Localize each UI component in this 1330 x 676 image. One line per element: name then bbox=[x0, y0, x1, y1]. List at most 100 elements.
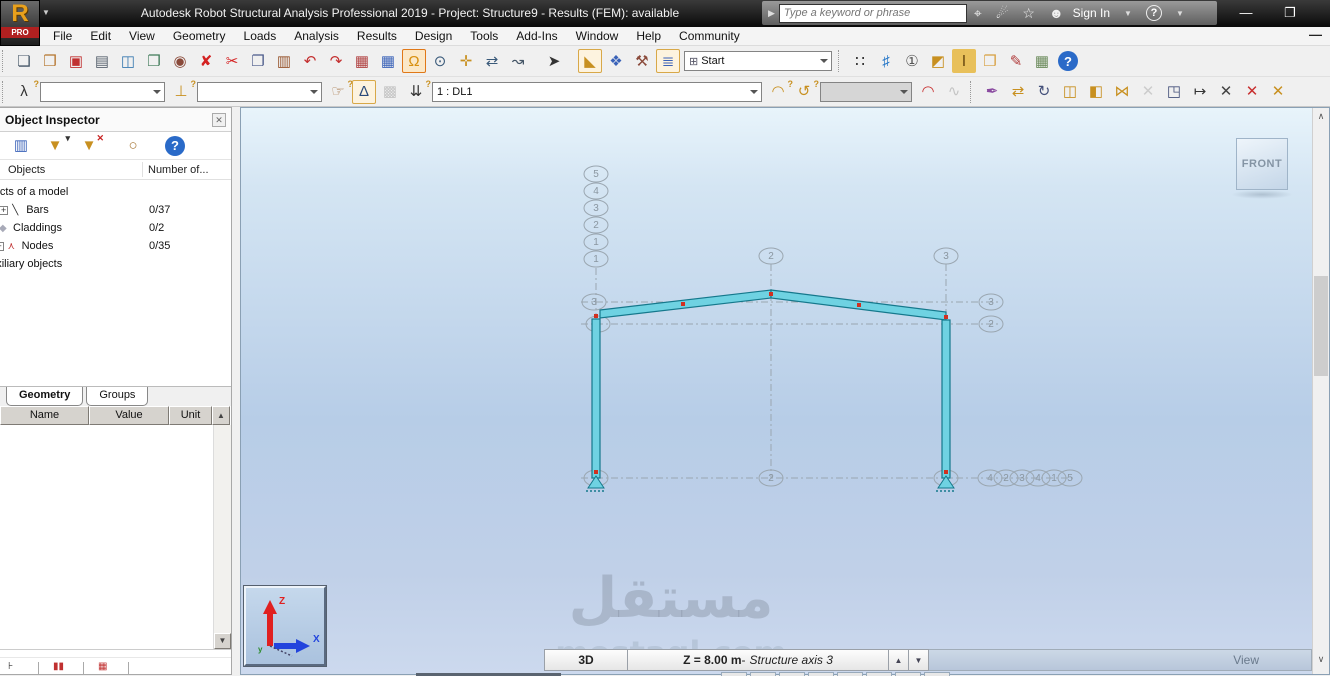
view-mode-button[interactable]: 3D bbox=[544, 649, 628, 671]
menu-item[interactable]: Tools bbox=[461, 27, 507, 45]
calculations-icon[interactable]: ▦ bbox=[350, 49, 374, 73]
tree-row[interactable]: − Objects of a model bbox=[0, 184, 68, 200]
divide-icon[interactable]: ✕ bbox=[1240, 80, 1264, 104]
help-circle-icon[interactable]: ? bbox=[1145, 5, 1162, 21]
combo-arrow-icon[interactable] bbox=[150, 83, 164, 101]
engineering-calculator-icon[interactable]: ▦ bbox=[1030, 49, 1054, 73]
tree-row[interactable]: + ⋏ Nodes 0/35 bbox=[0, 238, 170, 254]
menu-item[interactable]: Geometry bbox=[164, 27, 235, 45]
viewport-scrollbar[interactable]: ∧ ∨ bbox=[1312, 108, 1329, 674]
tree-expander[interactable]: + bbox=[0, 205, 9, 215]
supports-icon[interactable]: Δ bbox=[352, 79, 376, 104]
favorites-star-icon[interactable]: ☆ bbox=[1022, 2, 1035, 24]
axis-position-label[interactable]: Z = 8.00 m - Structure axis 3 bbox=[628, 649, 889, 671]
close-icon[interactable]: ✕ bbox=[212, 112, 226, 127]
menu-item[interactable]: Edit bbox=[81, 27, 120, 45]
extend-icon[interactable]: ✕ bbox=[1266, 80, 1290, 104]
scroll-up-icon[interactable]: ▲ bbox=[212, 406, 230, 425]
combo-arrow-icon[interactable] bbox=[817, 52, 831, 70]
load-types-icon[interactable]: ◠ ? bbox=[766, 79, 793, 104]
menu-item[interactable]: Analysis bbox=[285, 27, 348, 45]
menu-item[interactable]: Community bbox=[670, 27, 749, 45]
translate-icon[interactable]: ⇄ bbox=[1006, 80, 1030, 104]
sign-in-button[interactable]: Sign In bbox=[1073, 6, 1110, 20]
scrollbar-thumb[interactable] bbox=[1314, 276, 1328, 376]
menu-item[interactable]: Loads bbox=[235, 27, 286, 45]
paste-icon[interactable]: ▥ bbox=[272, 49, 296, 73]
axis-symmetry-icon[interactable]: ⋈ bbox=[1110, 80, 1134, 104]
infocenter-expand-icon[interactable]: ▶ bbox=[768, 8, 775, 19]
scrollbar-down-icon[interactable]: ∨ bbox=[1313, 651, 1329, 668]
notes-icon[interactable]: ✎ bbox=[1004, 49, 1028, 73]
project-folder-icon[interactable]: ❒ bbox=[978, 49, 1002, 73]
menu-item[interactable]: Help bbox=[627, 27, 670, 45]
new-project-icon[interactable]: ❏ bbox=[12, 49, 36, 73]
select-pointer-icon[interactable]: ➤ bbox=[542, 49, 566, 73]
inspector-list-icon[interactable]: ▥ bbox=[9, 134, 33, 158]
load-display-icon[interactable]: ◠ bbox=[916, 80, 940, 104]
grid-points-icon[interactable]: ∷ bbox=[848, 49, 872, 73]
zoom-icon[interactable]: ⊙ bbox=[428, 49, 452, 73]
menu-item[interactable]: View bbox=[120, 27, 164, 45]
print-preview-icon[interactable]: ❐ bbox=[142, 49, 166, 73]
dimension-icon[interactable]: ↦ bbox=[1188, 80, 1212, 104]
delete-icon[interactable]: ✘ bbox=[194, 49, 218, 73]
numbering-icon[interactable]: ① bbox=[900, 49, 924, 73]
menu-item[interactable]: Results bbox=[348, 27, 406, 45]
tab-geometry[interactable]: Geometry bbox=[6, 387, 84, 406]
cut-icon[interactable]: ✂ bbox=[220, 49, 244, 73]
inspector-help-icon[interactable]: ? bbox=[165, 135, 185, 156]
horizontal-mirror-icon[interactable]: ◫ bbox=[1058, 80, 1082, 104]
combo-arrow-icon[interactable] bbox=[897, 83, 911, 101]
pan-zoom-icon[interactable]: ✛ bbox=[454, 49, 478, 73]
help-caret-icon[interactable]: ▼ bbox=[1176, 9, 1184, 18]
unit-column-header[interactable]: Unit bbox=[169, 406, 212, 425]
search-input[interactable] bbox=[778, 3, 967, 23]
minimize-button[interactable]: — bbox=[1224, 0, 1268, 27]
zoom-in-out-icon[interactable]: ⇄ bbox=[480, 49, 504, 73]
bar-selection-combo[interactable] bbox=[197, 81, 322, 102]
load-combination-combo[interactable] bbox=[820, 81, 912, 102]
dynamic-analysis-icon[interactable]: ∿ bbox=[942, 80, 966, 104]
format-painter-icon[interactable]: ✒ bbox=[980, 80, 1004, 104]
job-preferences-icon[interactable]: ⚒ bbox=[630, 49, 654, 73]
viewcube[interactable]: FRONT bbox=[1236, 138, 1288, 190]
restore-button[interactable]: ❐ bbox=[1268, 0, 1312, 27]
calculation-messages-icon[interactable]: ▦ bbox=[376, 49, 400, 73]
axis-up-button[interactable]: ▲ bbox=[889, 649, 909, 671]
select-nodes-icon[interactable]: λ ? bbox=[12, 79, 39, 104]
structural-axis-icon[interactable]: ♯ bbox=[874, 49, 898, 73]
intersect-icon[interactable]: ✕ bbox=[1214, 80, 1238, 104]
print-icon[interactable]: ▤ bbox=[90, 49, 114, 73]
releases-icon[interactable]: ▩ bbox=[378, 80, 402, 104]
sign-in-caret-icon[interactable]: ▼ bbox=[1124, 9, 1132, 18]
combo-arrow-icon[interactable] bbox=[747, 83, 761, 101]
section-orientation-icon[interactable]: ◩ bbox=[926, 49, 950, 73]
view-3d-icon[interactable]: ❖ bbox=[604, 49, 628, 73]
undo-icon[interactable]: ↶ bbox=[298, 49, 322, 73]
filter-icon[interactable]: ▼ ▾ bbox=[43, 133, 70, 158]
fragment-node-icon[interactable]: ⊦ bbox=[8, 662, 28, 674]
logo-caret-icon[interactable]: ▼ bbox=[42, 8, 50, 17]
rotate-icon[interactable]: ↻ bbox=[1032, 80, 1056, 104]
menu-item[interactable]: Window bbox=[567, 27, 628, 45]
menu-item[interactable]: Design bbox=[406, 27, 461, 45]
tree-row[interactable]: + ╲ Bars 0/37 bbox=[0, 202, 170, 218]
view-2d-icon[interactable]: ◣ bbox=[578, 49, 602, 73]
tree-row[interactable]: + ◆ Claddings 0/2 bbox=[0, 220, 164, 236]
load-case-combo[interactable]: 1 : DL1 bbox=[432, 81, 762, 102]
tab-groups[interactable]: Groups bbox=[86, 387, 149, 406]
view-rotate-icon[interactable]: ↝ bbox=[506, 49, 530, 73]
screen-capture-icon[interactable]: ◉ bbox=[168, 49, 192, 73]
results-lock-icon[interactable]: Ω bbox=[402, 49, 426, 73]
load-definition-icon[interactable]: ⇊ ? bbox=[404, 79, 431, 104]
filter-delete-icon[interactable]: ▼ ✕ bbox=[77, 133, 104, 158]
axis-down-button[interactable]: ▼ bbox=[909, 649, 929, 671]
inspector-search-icon[interactable]: ○ bbox=[121, 134, 145, 158]
redo-icon[interactable]: ↷ bbox=[324, 49, 348, 73]
grid-scrollbar[interactable]: ▼ bbox=[213, 425, 231, 649]
copy-icon[interactable]: ❐ bbox=[246, 49, 270, 73]
open-project-icon[interactable]: ❒ bbox=[38, 49, 62, 73]
vertical-mirror-icon[interactable]: ◧ bbox=[1084, 80, 1108, 104]
moment-load-icon[interactable]: ↺ ? bbox=[792, 79, 819, 104]
